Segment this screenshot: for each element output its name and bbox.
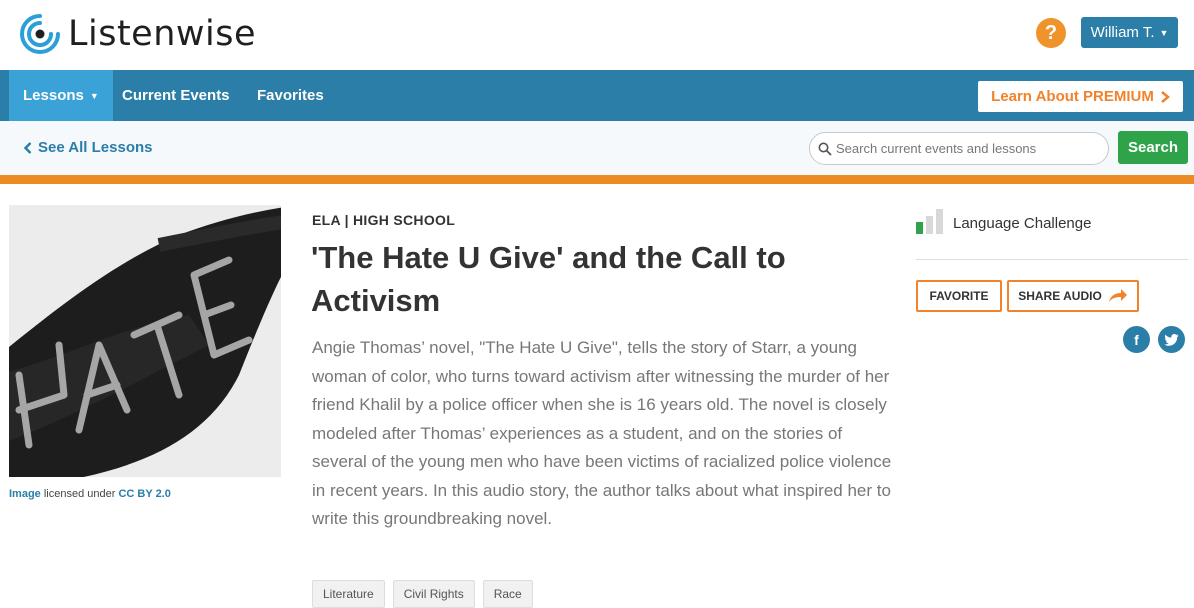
nav-item-current-events[interactable]: Current Events <box>122 70 230 121</box>
license-link[interactable]: CC BY 2.0 <box>118 488 170 500</box>
main-nav: Lessons ▼ Current Events Favorites Learn… <box>0 70 1194 121</box>
user-name: William T. <box>1090 24 1155 41</box>
tag-list: Literature Civil Rights Race <box>312 580 533 608</box>
tag-civil-rights[interactable]: Civil Rights <box>392 580 475 608</box>
language-challenge: Language Challenge <box>916 209 1091 234</box>
share-arrow-icon <box>1108 289 1127 302</box>
difficulty-bars-icon <box>916 209 943 234</box>
tag-literature[interactable]: Literature <box>312 580 385 608</box>
language-challenge-label: Language Challenge <box>953 215 1092 232</box>
nav-item-label: Lessons <box>23 87 84 104</box>
divider <box>0 175 1194 184</box>
nav-item-lessons[interactable]: Lessons ▼ <box>9 70 113 121</box>
tag-race[interactable]: Race <box>482 580 533 608</box>
logo-text: Listenwise <box>68 14 257 54</box>
image-credit: Image licensed under CC BY 2.0 <box>9 488 171 500</box>
user-menu-button[interactable]: William T. ▼ <box>1081 17 1178 48</box>
search-input[interactable] <box>836 141 1096 156</box>
listenwise-logo[interactable]: Listenwise <box>18 8 256 60</box>
learn-premium-button[interactable]: Learn About PREMIUM <box>978 81 1183 112</box>
share-audio-button[interactable]: SHARE AUDIO <box>1007 280 1139 312</box>
back-link-label: See All Lessons <box>38 139 153 156</box>
share-audio-label: SHARE AUDIO <box>1018 289 1102 303</box>
nav-item-favorites[interactable]: Favorites <box>257 70 324 121</box>
twitter-icon[interactable] <box>1158 326 1185 353</box>
header: Listenwise ? William T. ▼ <box>0 0 1194 70</box>
twitter-bird-icon <box>1164 333 1179 346</box>
lesson-title: 'The Hate U Give' and the Call to Activi… <box>311 240 786 318</box>
lesson-image <box>9 205 281 477</box>
premium-label: Learn About PREMIUM <box>991 88 1154 105</box>
logo-icon <box>20 14 60 54</box>
chevron-left-icon <box>24 141 32 154</box>
lesson-category: ELA | HIGH SCHOOL <box>312 212 456 228</box>
help-button[interactable]: ? <box>1036 18 1066 48</box>
search-box <box>809 132 1109 165</box>
divider <box>916 259 1188 260</box>
chevron-right-icon <box>1161 90 1170 103</box>
image-link[interactable]: Image <box>9 488 41 500</box>
search-button[interactable]: Search <box>1118 131 1188 164</box>
facebook-icon[interactable]: f <box>1123 326 1150 353</box>
chevron-down-icon: ▼ <box>89 90 99 101</box>
chevron-down-icon: ▼ <box>1159 27 1169 38</box>
see-all-lessons-link[interactable]: See All Lessons <box>24 139 153 156</box>
lesson-description: Angie Thomas’ novel, "The Hate U Give", … <box>312 338 892 528</box>
search-icon <box>818 142 832 156</box>
favorite-button[interactable]: FAVORITE <box>916 280 1002 312</box>
credit-text: licensed under <box>43 488 116 500</box>
hate-paint-image <box>9 205 281 477</box>
